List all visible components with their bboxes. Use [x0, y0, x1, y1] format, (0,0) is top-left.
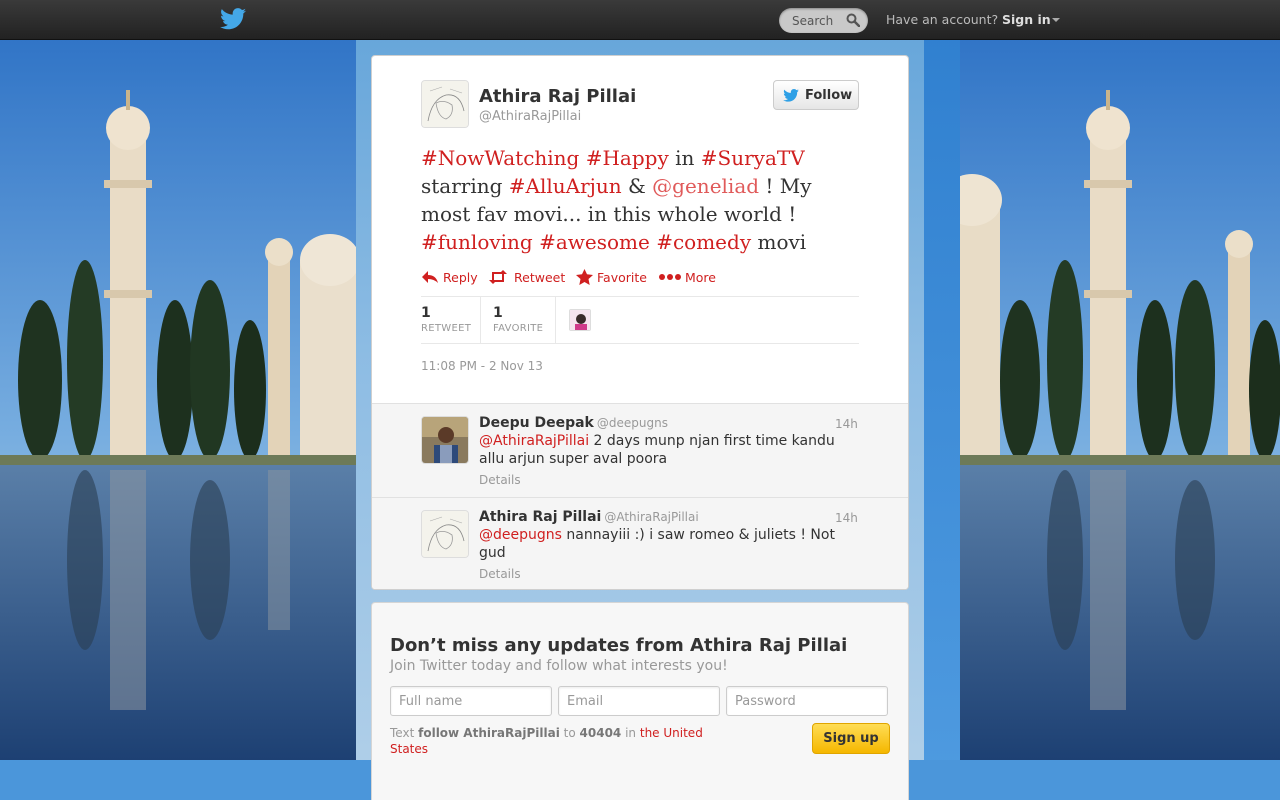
- favorite-button[interactable]: Favorite: [576, 268, 651, 288]
- password-field[interactable]: [726, 686, 888, 716]
- have-account-text: Have an account?: [886, 12, 999, 27]
- sms-command: follow AthiraRajPillai: [418, 726, 560, 740]
- reply-item[interactable]: Deepu Deepak @deepugns 14h @AthiraRajPill…: [372, 404, 908, 498]
- chevron-down-icon[interactable]: [1052, 18, 1060, 22]
- author-avatar[interactable]: [421, 80, 469, 128]
- reply-time[interactable]: 14h: [835, 417, 858, 431]
- sign-in-link[interactable]: Sign in: [1002, 12, 1051, 27]
- retweet-count: 1: [421, 305, 431, 321]
- tweet-text-fragment: in: [668, 146, 701, 170]
- tweet-text-fragment: starring: [421, 174, 509, 198]
- reply-text: @deepugns nannayiii :) i saw romeo & jul…: [479, 526, 849, 562]
- sms-follow-instructions: Text follow AthiraRajPillai to 40404 in …: [390, 725, 730, 757]
- hashtag-link[interactable]: #funloving: [421, 230, 533, 254]
- reply-avatar[interactable]: [421, 416, 469, 464]
- background-strip: [924, 0, 960, 800]
- sms-number: 40404: [579, 726, 622, 740]
- favoriter-avatar[interactable]: [569, 309, 591, 331]
- background-left-panel: [0, 0, 356, 800]
- favorite-stat-label: FAVORITE: [493, 323, 544, 334]
- hashtag-link[interactable]: #NowWatching: [421, 146, 579, 170]
- reply-label: Reply: [443, 270, 478, 285]
- reply-button[interactable]: Reply: [421, 268, 481, 288]
- retweet-label: Retweet: [514, 270, 566, 285]
- search-input[interactable]: [779, 8, 843, 33]
- retweet-stat-label: RETWEET: [421, 323, 472, 334]
- favorite-label: Favorite: [597, 270, 647, 285]
- favorite-stat[interactable]: 1 FAVORITE: [481, 297, 556, 343]
- hashtag-link[interactable]: #comedy: [656, 230, 751, 254]
- reply-text: @AthiraRajPillai 2 days munp njan first …: [479, 432, 849, 468]
- star-icon: [576, 269, 593, 285]
- reply-details-link[interactable]: Details: [479, 567, 521, 581]
- retweet-stat[interactable]: 1 RETWEET: [421, 297, 481, 343]
- full-name-field[interactable]: [390, 686, 552, 716]
- mention-link[interactable]: @deepugns: [479, 527, 562, 543]
- signup-card: Don’t miss any updates from Athira Raj P…: [371, 602, 909, 800]
- retweet-button[interactable]: Retweet: [488, 268, 568, 288]
- follow-button-label: Follow: [805, 88, 853, 103]
- twitter-bird-icon: [783, 89, 799, 102]
- background-right-panel: [960, 0, 1280, 800]
- more-dots-icon: [659, 274, 681, 280]
- email-field[interactable]: [558, 686, 720, 716]
- tweet-text-fragment: movi: [751, 230, 807, 254]
- reply-time[interactable]: 14h: [835, 511, 858, 525]
- search-icon[interactable]: [846, 13, 860, 27]
- sms-text-to: to: [563, 726, 576, 740]
- hashtag-link[interactable]: #awesome: [539, 230, 650, 254]
- reply-author[interactable]: Athira Raj Pillai @AthiraRajPillai: [479, 509, 699, 525]
- tweet-text-fragment: &: [621, 174, 653, 198]
- hashtag-link[interactable]: #SuryaTV: [701, 146, 805, 170]
- replies-list: Deepu Deepak @deepugns 14h @AthiraRajPill…: [372, 403, 908, 589]
- favorite-count: 1: [493, 305, 503, 321]
- tweet-stats: 1 RETWEET 1 FAVORITE: [421, 296, 859, 344]
- signup-subtitle: Join Twitter today and follow what inter…: [390, 658, 728, 674]
- tweet-card: Athira Raj Pillai @AthiraRajPillai Follo…: [371, 55, 909, 590]
- author-handle[interactable]: @AthiraRajPillai: [479, 109, 581, 124]
- reply-author-name: Deepu Deepak: [479, 415, 594, 431]
- more-label: More: [685, 270, 716, 285]
- reply-item[interactable]: Athira Raj Pillai @AthiraRajPillai 14h @d…: [372, 498, 908, 589]
- reply-arrow-icon: [422, 271, 438, 283]
- reply-details-link[interactable]: Details: [479, 473, 521, 487]
- author-name[interactable]: Athira Raj Pillai: [479, 86, 636, 107]
- sms-text-in: in: [625, 726, 637, 740]
- signup-title: Don’t miss any updates from Athira Raj P…: [390, 635, 848, 656]
- reply-author-handle: @AthiraRajPillai: [604, 510, 699, 524]
- hashtag-link[interactable]: #AlluArjun: [509, 174, 622, 198]
- retweet-icon: [489, 270, 507, 284]
- top-navigation-bar: Have an account? Sign in: [0, 0, 1280, 40]
- reply-avatar[interactable]: [421, 510, 469, 558]
- follow-button[interactable]: Follow: [773, 80, 859, 110]
- tweet-text: #NowWatching #Happy in #SuryaTV starring…: [421, 144, 861, 256]
- tweet-timestamp[interactable]: 11:08 PM - 2 Nov 13: [421, 359, 543, 373]
- mention-link[interactable]: @AthiraRajPillai: [479, 433, 589, 449]
- mention-link[interactable]: @geneliad: [652, 174, 759, 198]
- reply-author[interactable]: Deepu Deepak @deepugns: [479, 415, 668, 431]
- twitter-bird-logo-icon[interactable]: [220, 8, 246, 30]
- sign-up-button[interactable]: Sign up: [812, 723, 890, 754]
- reply-author-handle: @deepugns: [596, 416, 668, 430]
- sms-text-prefix: Text: [390, 726, 415, 740]
- hashtag-link[interactable]: #Happy: [586, 146, 669, 170]
- reply-author-name: Athira Raj Pillai: [479, 509, 602, 525]
- more-button[interactable]: More: [659, 268, 719, 288]
- search-box[interactable]: [779, 8, 868, 33]
